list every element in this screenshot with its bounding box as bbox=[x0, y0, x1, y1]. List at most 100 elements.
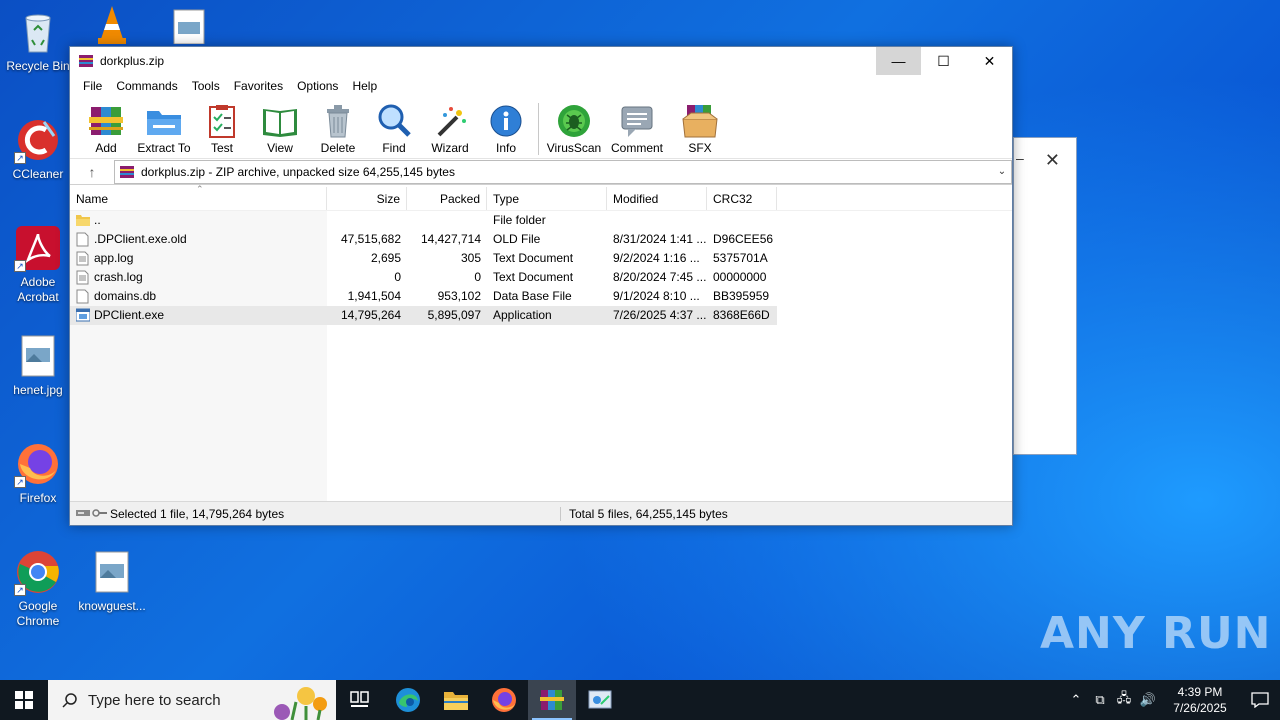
taskbar-winrar[interactable] bbox=[528, 680, 576, 720]
cell-modified bbox=[607, 211, 707, 230]
notification-button[interactable] bbox=[1240, 692, 1280, 708]
volume-icon[interactable]: 🔊 bbox=[1136, 692, 1160, 708]
desktop-icon-knowguest[interactable]: knowguest... bbox=[74, 548, 150, 614]
vlc-cone-icon bbox=[88, 4, 136, 44]
toolbar: Add Extract To Test View Delete Find Wiz… bbox=[70, 97, 1012, 159]
archive-path-field[interactable]: dorkplus.zip - ZIP archive, unpacked siz… bbox=[114, 159, 1012, 184]
taskbar-file-explorer[interactable] bbox=[432, 680, 480, 720]
cell-name: crash.log bbox=[70, 268, 327, 287]
view-button[interactable]: View bbox=[252, 103, 308, 155]
text-document-icon bbox=[76, 251, 90, 266]
cell-packed bbox=[407, 211, 487, 230]
table-row[interactable]: .. File folder bbox=[70, 211, 1012, 230]
desktop-icon-google-chrome[interactable]: ↗ Google Chrome bbox=[0, 548, 76, 629]
add-archive-icon bbox=[87, 103, 125, 139]
desktop-icon-label: Firefox bbox=[19, 491, 57, 505]
column-header-crc32[interactable]: CRC32 bbox=[707, 187, 777, 210]
desktop-icon-adobe-acrobat[interactable]: ↗ Adobe Acrobat bbox=[0, 224, 76, 305]
toolbar-label: Find bbox=[382, 141, 406, 155]
delete-button[interactable]: Delete bbox=[312, 103, 364, 155]
cell-name: DPClient.exe bbox=[70, 306, 327, 325]
background-window[interactable]: – ✕ bbox=[1013, 137, 1077, 455]
cell-modified: 7/26/2025 4:37 ... bbox=[613, 308, 707, 322]
minimize-button[interactable]: — bbox=[876, 47, 921, 75]
cell-modified: 9/2/2024 1:16 ... bbox=[613, 251, 700, 265]
chevron-down-icon[interactable]: ⌄ bbox=[993, 166, 1011, 177]
table-row[interactable]: .DPClient.exe.old 47,515,682 14,427,714 OLD… bbox=[70, 230, 1012, 249]
close-button[interactable]: ✕ bbox=[967, 47, 1012, 75]
column-header-type[interactable]: Type bbox=[487, 187, 607, 210]
cell-crc32: 5375701A bbox=[713, 251, 768, 265]
desktop-icon-label: Google Chrome bbox=[16, 599, 60, 628]
taskbar-edge[interactable] bbox=[384, 680, 432, 720]
cell-modified: 9/1/2024 8:10 ... bbox=[613, 289, 700, 303]
desktop-icon-recycle-bin[interactable]: Recycle Bin bbox=[0, 8, 76, 74]
cell-crc32: 00000000 bbox=[713, 270, 767, 284]
taskbar-control-panel[interactable] bbox=[576, 680, 624, 720]
file-list-header: ⌃ Name Size Packed Type Modified CRC32 bbox=[70, 184, 1012, 211]
desktop-icon-firefox[interactable]: ↗ Firefox bbox=[0, 440, 76, 506]
winrar-window[interactable]: dorkplus.zip — ☐ ✕ File Commands Tools F… bbox=[69, 46, 1013, 526]
file-name: crash.log bbox=[94, 270, 143, 284]
title-bar[interactable]: dorkplus.zip — ☐ ✕ bbox=[70, 47, 1012, 75]
test-button[interactable]: Test bbox=[196, 103, 248, 155]
column-header-modified[interactable]: Modified bbox=[607, 187, 707, 210]
table-row[interactable]: crash.log 0 0 Text Document 8/20/2024 7:45 .… bbox=[70, 268, 1012, 287]
toolbar-separator bbox=[538, 103, 539, 155]
menu-options[interactable]: Options bbox=[290, 79, 345, 93]
comment-icon bbox=[618, 103, 656, 139]
notification-icon bbox=[1251, 692, 1269, 708]
column-header-packed[interactable]: Packed bbox=[407, 187, 487, 210]
view-book-icon bbox=[261, 103, 299, 139]
file-icon bbox=[76, 289, 90, 304]
start-button[interactable] bbox=[0, 680, 48, 720]
extract-to-button[interactable]: Extract To bbox=[136, 103, 192, 155]
cell-name: .. bbox=[70, 211, 327, 230]
taskbar-search-box[interactable]: Type here to search bbox=[48, 680, 336, 720]
folder-icon bbox=[444, 692, 468, 710]
desktop-icon-henet-jpg[interactable]: henet.jpg bbox=[0, 332, 76, 398]
sfx-button[interactable]: SFX bbox=[671, 103, 729, 155]
taskbar-firefox[interactable] bbox=[480, 680, 528, 720]
virus-scan-icon bbox=[555, 103, 593, 139]
comment-button[interactable]: Comment bbox=[607, 103, 667, 155]
close-icon[interactable]: ✕ bbox=[1045, 150, 1060, 171]
menu-favorites[interactable]: Favorites bbox=[227, 79, 290, 93]
desktop-icon-ccleaner[interactable]: ↗ CCleaner bbox=[0, 116, 76, 182]
clock[interactable]: 4:39 PM 7/26/2025 bbox=[1160, 684, 1240, 716]
info-button[interactable]: Info bbox=[480, 103, 532, 155]
toolbar-label: VirusScan bbox=[546, 141, 602, 155]
network-icon[interactable]: 🖧 bbox=[1112, 689, 1136, 711]
menu-help[interactable]: Help bbox=[345, 79, 384, 93]
ccleaner-icon: ↗ bbox=[14, 116, 62, 164]
cell-type: Data Base File bbox=[493, 289, 572, 303]
table-row[interactable]: DPClient.exe 14,795,264 5,895,097 Applicati… bbox=[70, 306, 777, 325]
menu-file[interactable]: File bbox=[76, 79, 109, 93]
system-tray: ⌃ ⧉ 🖧 🔊 4:39 PM 7/26/2025 bbox=[1064, 680, 1280, 720]
menu-tools[interactable]: Tools bbox=[185, 79, 227, 93]
toolbar-label: Test bbox=[210, 141, 233, 155]
menu-bar: File Commands Tools Favorites Options He… bbox=[70, 75, 1012, 97]
sort-indicator-icon: ⌃ bbox=[196, 184, 204, 194]
task-view-button[interactable] bbox=[336, 680, 384, 720]
up-arrow-icon[interactable]: ↑ bbox=[70, 164, 114, 180]
cell-name: domains.db bbox=[70, 287, 327, 306]
toolbar-label: Extract To bbox=[137, 141, 191, 155]
wizard-button[interactable]: Wizard bbox=[424, 103, 476, 155]
find-button[interactable]: Find bbox=[368, 103, 420, 155]
desktop-icon-image-file[interactable] bbox=[150, 8, 226, 47]
cell-size: 2,695 bbox=[370, 251, 401, 265]
add-button[interactable]: Add bbox=[80, 103, 132, 155]
search-icon bbox=[62, 692, 78, 708]
desktop-icon-vlc[interactable] bbox=[74, 4, 150, 47]
cell-name: .DPClient.exe.old bbox=[70, 230, 327, 249]
cell-crc32: D96CEE56 bbox=[713, 232, 774, 246]
chevron-up-icon[interactable]: ⌃ bbox=[1064, 692, 1088, 708]
column-header-size[interactable]: Size bbox=[327, 187, 407, 210]
maximize-button[interactable]: ☐ bbox=[921, 47, 966, 75]
menu-commands[interactable]: Commands bbox=[109, 79, 184, 93]
table-row[interactable]: app.log 2,695 305 Text Document 9/2/2024 1:1… bbox=[70, 249, 1012, 268]
usb-device-icon[interactable]: ⧉ bbox=[1088, 692, 1112, 708]
table-row[interactable]: domains.db 1,941,504 953,102 Data Base File… bbox=[70, 287, 1012, 306]
virusscan-button[interactable]: VirusScan bbox=[545, 103, 603, 155]
